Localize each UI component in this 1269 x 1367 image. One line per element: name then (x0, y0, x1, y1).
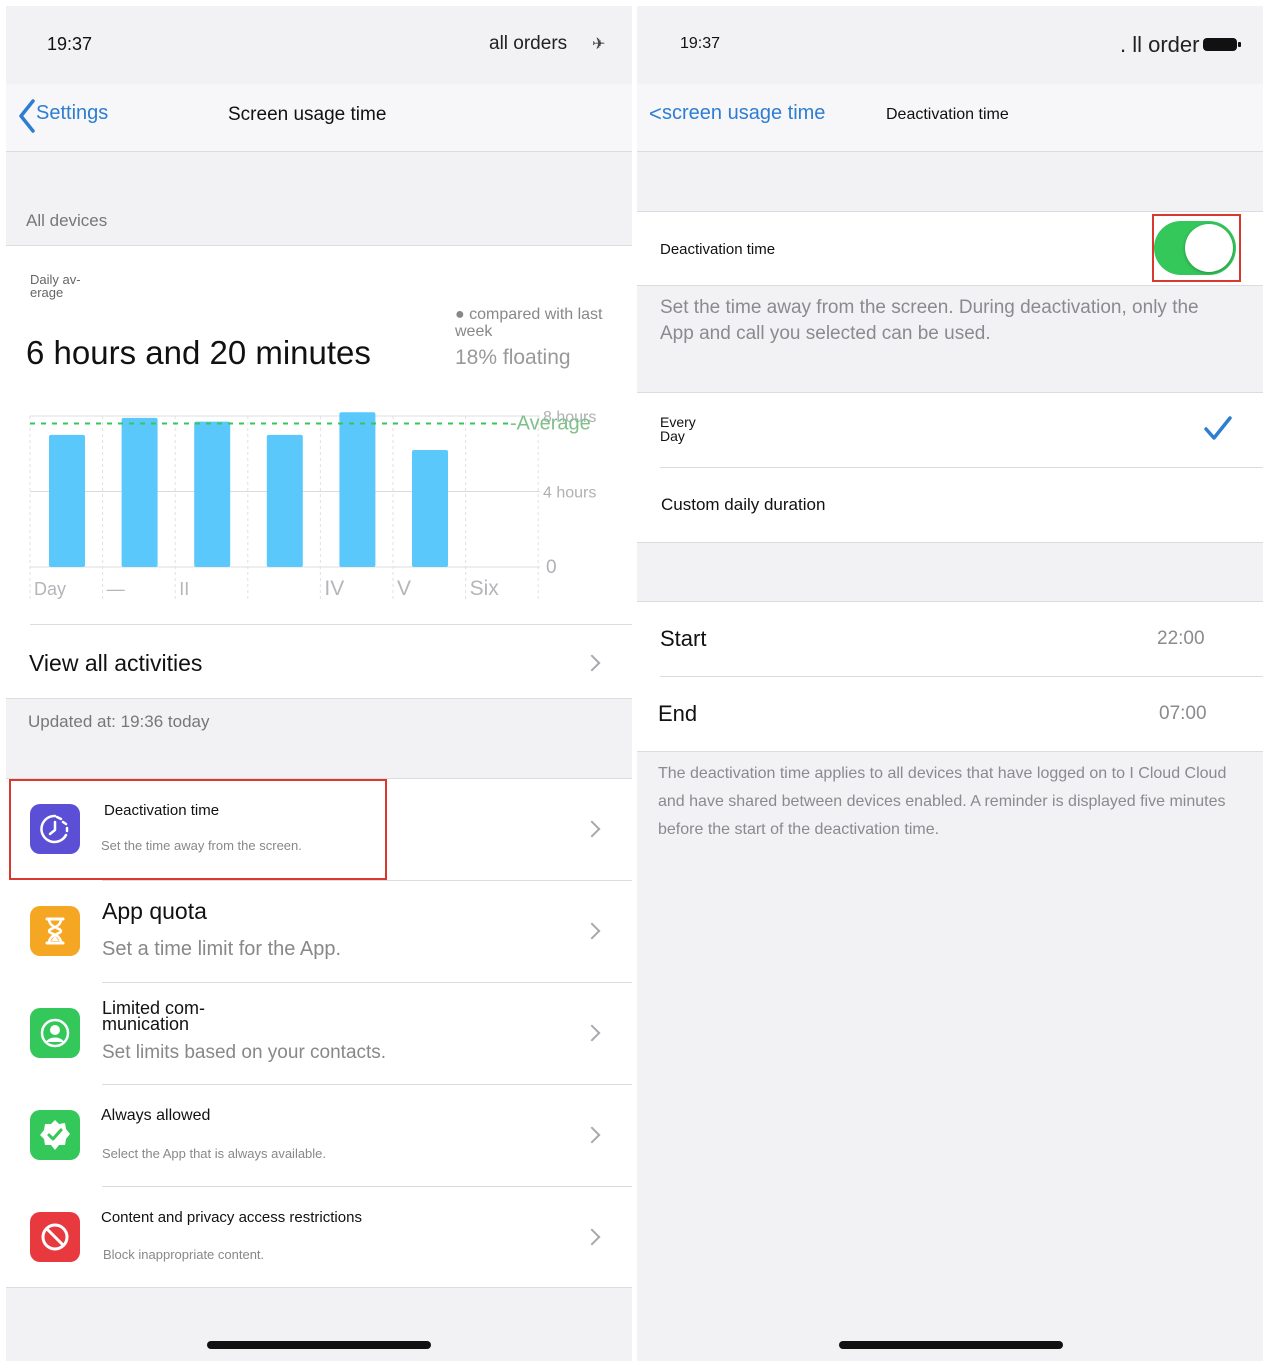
y-tick-label: 0 (546, 557, 557, 578)
divider (637, 285, 1263, 286)
floating-percent: 18% floating (455, 346, 571, 369)
airplane-icon: ✈ (592, 36, 606, 53)
status-carrier: . ll order (1120, 32, 1200, 57)
bar (266, 434, 303, 567)
divider (30, 624, 632, 625)
chevron-right-icon (583, 1024, 601, 1042)
deactivation-toggle-row: Deactivation time (637, 212, 1263, 285)
hourglass-icon (30, 906, 80, 956)
usage-bar-chart: 8 hours4 hours0-AverageDay — II IV V Six (29, 409, 596, 601)
home-indicator (207, 1341, 431, 1349)
x-tick-label: V (397, 577, 411, 600)
footer-note: The deactivation time applies to all dev… (658, 765, 1227, 838)
settings-list: Deactivation time Set the time away from… (6, 779, 632, 1287)
screen-usage-screen: 19:37 all orders ✈ Settings Screen usage… (6, 6, 632, 1361)
list-item-subtitle: Set limits based on your contacts. (102, 1042, 387, 1063)
daily-average-total: 6 hours and 20 minutes (26, 334, 371, 371)
chevron-right-icon (583, 654, 601, 672)
option-custom-daily-duration[interactable]: Custom daily duration (637, 468, 1263, 542)
checkmark-icon (1204, 416, 1232, 440)
bar (121, 417, 158, 567)
option-label: Every Day (660, 414, 696, 444)
start-time-row[interactable]: Start 22:00 (637, 602, 1263, 676)
list-item-title: Limited com- munication (102, 998, 206, 1034)
list-item-limited-communication[interactable]: Limited com- munication Set limits based… (6, 983, 632, 1084)
list-item-subtitle: Set a time limit for the App. (102, 938, 341, 960)
divider (6, 698, 632, 699)
chevron-right-icon (583, 1126, 601, 1144)
start-value: 22:00 (1157, 628, 1205, 649)
list-item-title: App quota (102, 898, 207, 924)
bar (412, 449, 448, 567)
toggle-label: Deactivation time (660, 241, 776, 258)
chevron-right-icon (583, 820, 601, 838)
list-item-content-privacy[interactable]: Content and privacy access restrictions … (6, 1187, 632, 1288)
battery-icon (1203, 38, 1241, 51)
chevron-right-icon (583, 1228, 601, 1246)
list-item-subtitle: Block inappropriate content. (103, 1247, 265, 1262)
divider (637, 751, 1263, 752)
divider (6, 1287, 632, 1288)
check-badge-icon (30, 1110, 80, 1160)
deactivation-time-screen: 19:37 . ll order < screen usage time Dea… (637, 6, 1263, 1361)
divider (637, 542, 1263, 543)
bar (194, 421, 231, 567)
bar (49, 434, 85, 567)
view-all-activities-link[interactable]: View all activities (29, 650, 202, 677)
person-circle-icon (30, 1008, 80, 1058)
updated-time: Updated at: 19:36 today (28, 712, 210, 731)
x-tick-label: Day (34, 579, 66, 599)
deactivation-description: Set the time away from the screen. Durin… (660, 297, 1199, 344)
list-item-app-quota[interactable]: App quota Set a time limit for the App. (6, 881, 632, 982)
list-item-title: Content and privacy access restrictions (101, 1209, 362, 1226)
highlight-box (9, 779, 387, 880)
average-label: -Average (510, 413, 591, 435)
nav-bar: Settings Screen usage time (6, 84, 632, 152)
status-time: 19:37 (47, 34, 93, 54)
chevron-left-icon (19, 99, 35, 133)
no-entry-icon (30, 1212, 80, 1262)
back-label: Settings (36, 102, 109, 124)
list-item-deactivation-time[interactable]: Deactivation time Set the time away from… (6, 779, 632, 880)
list-item-subtitle: Select the App that is always available. (102, 1146, 327, 1161)
end-time-row[interactable]: End 07:00 (637, 677, 1263, 751)
list-item-title: Always allowed (101, 1107, 211, 1124)
start-label: Start (660, 626, 707, 651)
schedule-options: Every Day Custom daily duration (637, 393, 1263, 542)
x-tick-label: — (107, 579, 125, 599)
status-time: 19:37 (680, 35, 721, 52)
chevron-right-icon (583, 922, 601, 940)
chevron-left-icon: < (649, 101, 662, 126)
status-carrier: all orders (489, 33, 568, 54)
list-item-always-allowed[interactable]: Always allowed Select the App that is al… (6, 1085, 632, 1186)
x-tick-label: IV (324, 577, 344, 600)
highlight-box (1152, 214, 1241, 282)
page-title: Deactivation time (886, 106, 1009, 123)
option-every-day[interactable]: Every Day (637, 393, 1263, 467)
end-value: 07:00 (1159, 703, 1207, 724)
nav-bar: < screen usage time Deactivation time (637, 84, 1263, 152)
compared-label: ● compared with last week (455, 306, 603, 340)
section-label-all-devices: All devices (26, 211, 108, 230)
option-label: Custom daily duration (661, 495, 826, 514)
back-label: screen usage time (662, 102, 826, 124)
bar (339, 412, 376, 567)
end-label: End (658, 701, 698, 726)
x-tick-label: II (179, 579, 189, 599)
page-title: Screen usage time (228, 104, 387, 125)
x-tick-label: Six (470, 577, 500, 600)
home-indicator (839, 1341, 1063, 1349)
y-tick-label: 4 hours (543, 485, 596, 502)
time-range-card: Start 22:00 End 07:00 (637, 602, 1263, 751)
daily-average-label: Daily av- erage (30, 272, 81, 300)
